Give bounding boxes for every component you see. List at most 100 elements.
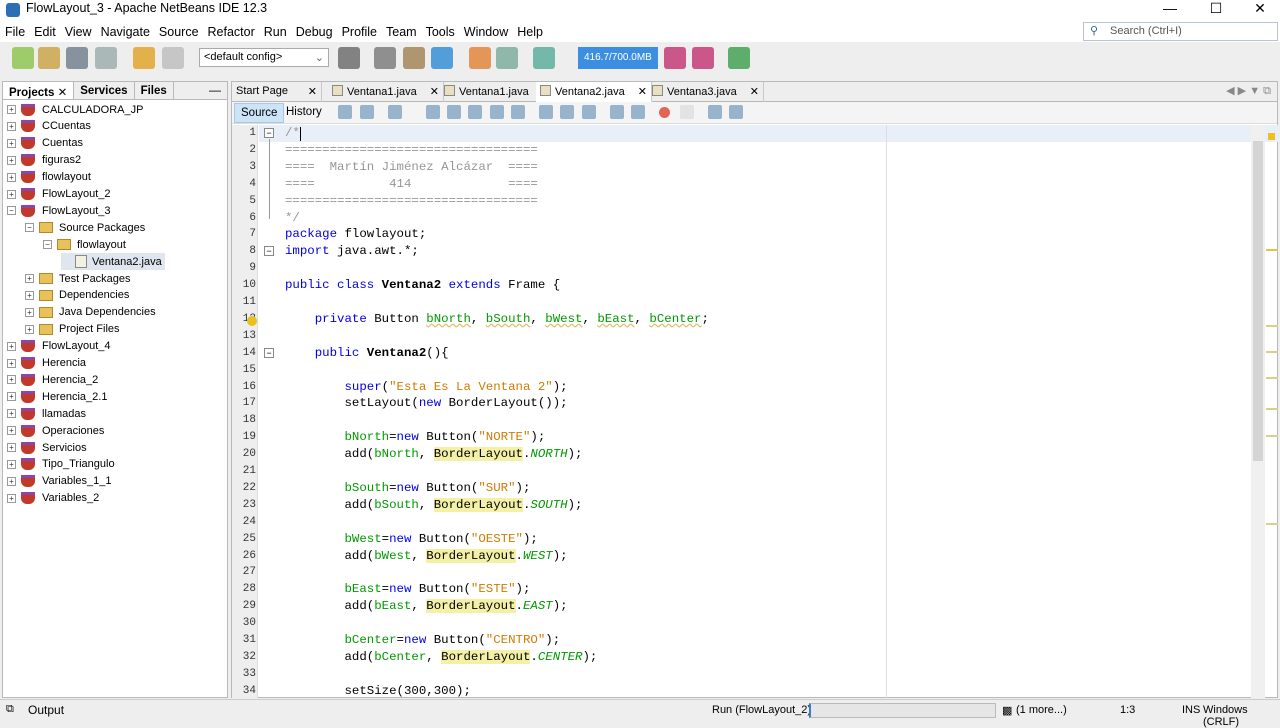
- minimize-panel-button[interactable]: —: [209, 83, 221, 97]
- debug-icon[interactable]: [496, 47, 518, 69]
- expand-icon[interactable]: +: [7, 121, 16, 131]
- expand-icon[interactable]: +: [7, 172, 16, 182]
- menu-debug[interactable]: Debug: [291, 22, 337, 39]
- run-icon[interactable]: [431, 47, 453, 69]
- tree-item[interactable]: + CALCULADORA_JP: [7, 101, 143, 118]
- redo-icon[interactable]: [162, 47, 184, 69]
- expand-icon[interactable]: +: [7, 443, 16, 452]
- tree-item[interactable]: + Project Files: [25, 321, 120, 338]
- output-button[interactable]: Output: [28, 703, 64, 717]
- tree-item[interactable]: + Variables_2: [7, 490, 99, 507]
- editor-tab[interactable]: Ventana3.java ✕: [648, 82, 764, 102]
- config-select[interactable]: <default config> ⌄: [199, 48, 329, 67]
- stop-macro-icon[interactable]: [680, 105, 694, 119]
- vertical-scrollbar[interactable]: [1251, 125, 1265, 698]
- fold-toggle-icon[interactable]: −: [264, 246, 274, 257]
- expand-icon[interactable]: +: [7, 375, 16, 385]
- tree-item[interactable]: + Java Dependencies: [25, 304, 156, 321]
- menu-help[interactable]: Help: [512, 22, 547, 39]
- tree-item[interactable]: + Test Packages: [25, 270, 131, 287]
- expand-icon[interactable]: +: [7, 155, 16, 165]
- source-tab[interactable]: Source: [234, 103, 285, 123]
- tree-item[interactable]: + FlowLayout_2: [7, 186, 111, 203]
- gc2-icon[interactable]: [692, 47, 714, 69]
- close-tab-icon[interactable]: ✕: [308, 85, 317, 98]
- expand-icon[interactable]: +: [25, 307, 34, 317]
- expand-icon[interactable]: +: [25, 324, 34, 334]
- expand-icon[interactable]: +: [25, 274, 34, 283]
- tab-files[interactable]: Files: [135, 82, 174, 99]
- editor-tab[interactable]: Ventana1.java ✕: [328, 82, 444, 102]
- menu-tools[interactable]: Tools: [421, 22, 459, 39]
- expand-icon[interactable]: +: [7, 409, 16, 419]
- tree-item[interactable]: + Dependencies: [25, 287, 129, 304]
- history-tab[interactable]: History: [280, 103, 328, 123]
- next-edit-icon[interactable]: [388, 105, 402, 119]
- toggle-highlight-icon[interactable]: [490, 105, 504, 119]
- tab-services[interactable]: Services: [74, 82, 135, 99]
- new-project-icon[interactable]: [38, 47, 60, 69]
- tree-item[interactable]: + figuras2: [7, 152, 81, 169]
- menu-file[interactable]: File: [0, 22, 29, 39]
- menu-refactor[interactable]: Refactor: [203, 22, 259, 39]
- tree-item[interactable]: + FlowLayout_4: [7, 338, 111, 355]
- clean-build-project-icon[interactable]: [403, 47, 425, 69]
- menu-run[interactable]: Run: [259, 22, 291, 39]
- profile-icon[interactable]: [533, 47, 555, 69]
- menu-navigate[interactable]: Navigate: [96, 22, 154, 39]
- tree-item[interactable]: − flowlayout: [43, 236, 126, 253]
- comment-icon[interactable]: [708, 105, 722, 119]
- editor-tab[interactable]: Ventana2.java ✕: [536, 82, 652, 102]
- prev-bookmark-icon[interactable]: [539, 105, 553, 119]
- find-icon[interactable]: [426, 105, 440, 119]
- expand-icon[interactable]: +: [7, 358, 16, 368]
- uncomment-icon[interactable]: [729, 105, 743, 119]
- new-file-icon[interactable]: [12, 47, 34, 69]
- menu-team[interactable]: Team: [381, 22, 421, 39]
- minimize-button[interactable]: —: [1150, 0, 1190, 16]
- expand-icon[interactable]: +: [25, 290, 34, 300]
- tree-item[interactable]: + llamadas: [7, 405, 86, 422]
- build-icon[interactable]: [374, 47, 396, 69]
- select-icon[interactable]: [511, 105, 525, 119]
- close-tab-icon[interactable]: ✕: [750, 85, 759, 98]
- plugin-icon[interactable]: [728, 47, 750, 69]
- expand-icon[interactable]: +: [7, 476, 16, 486]
- tree-item[interactable]: − FlowLayout_3: [7, 202, 111, 219]
- editor-tab[interactable]: Start Page ✕: [232, 82, 322, 102]
- gc-icon[interactable]: [664, 47, 686, 69]
- tree-item[interactable]: + CCuentas: [7, 118, 91, 135]
- expand-icon[interactable]: +: [7, 426, 16, 436]
- tree-item[interactable]: + Tipo_Triangulo: [7, 456, 115, 473]
- open-project-icon[interactable]: [66, 47, 88, 69]
- menu-profile[interactable]: Profile: [337, 22, 381, 39]
- close-button[interactable]: ✕: [1240, 0, 1280, 17]
- menu-window[interactable]: Window: [459, 22, 512, 39]
- tree-item[interactable]: + Variables_1_1: [7, 473, 112, 490]
- reload-icon[interactable]: [469, 47, 491, 69]
- find-next-icon[interactable]: [468, 105, 482, 119]
- tree-item[interactable]: + Herencia_2.1: [7, 388, 107, 405]
- record-macro-icon[interactable]: [659, 107, 670, 118]
- fold-toggle-icon[interactable]: −: [264, 128, 274, 138]
- search-input[interactable]: ⚲ Search (Ctrl+I): [1083, 22, 1278, 41]
- clean-build-icon[interactable]: [338, 47, 360, 69]
- next-bookmark-icon[interactable]: [560, 105, 574, 119]
- more-tasks-link[interactable]: (1 more...): [1016, 704, 1067, 716]
- expand-icon[interactable]: +: [7, 341, 16, 351]
- tree-item[interactable]: Ventana2.java: [61, 253, 165, 271]
- expand-icon[interactable]: +: [7, 105, 16, 114]
- shift-right-icon[interactable]: [631, 105, 645, 119]
- tree-item[interactable]: + Cuentas: [7, 135, 83, 152]
- tab-projects[interactable]: Projects ✕: [3, 82, 75, 99]
- undo-icon[interactable]: [133, 47, 155, 69]
- toggle-bookmark-icon[interactable]: [582, 105, 596, 119]
- collapse-icon[interactable]: −: [7, 206, 16, 216]
- tab-nav-icons[interactable]: ◀ ▶ ▼ ⧉: [1226, 84, 1271, 98]
- collapse-icon[interactable]: −: [43, 240, 52, 250]
- tree-item[interactable]: − Source Packages: [25, 219, 145, 236]
- close-tab-icon[interactable]: ✕: [638, 85, 647, 98]
- shift-left-icon[interactable]: [610, 105, 624, 119]
- output-icon[interactable]: ⧉: [6, 703, 14, 716]
- collapse-icon[interactable]: −: [25, 223, 34, 233]
